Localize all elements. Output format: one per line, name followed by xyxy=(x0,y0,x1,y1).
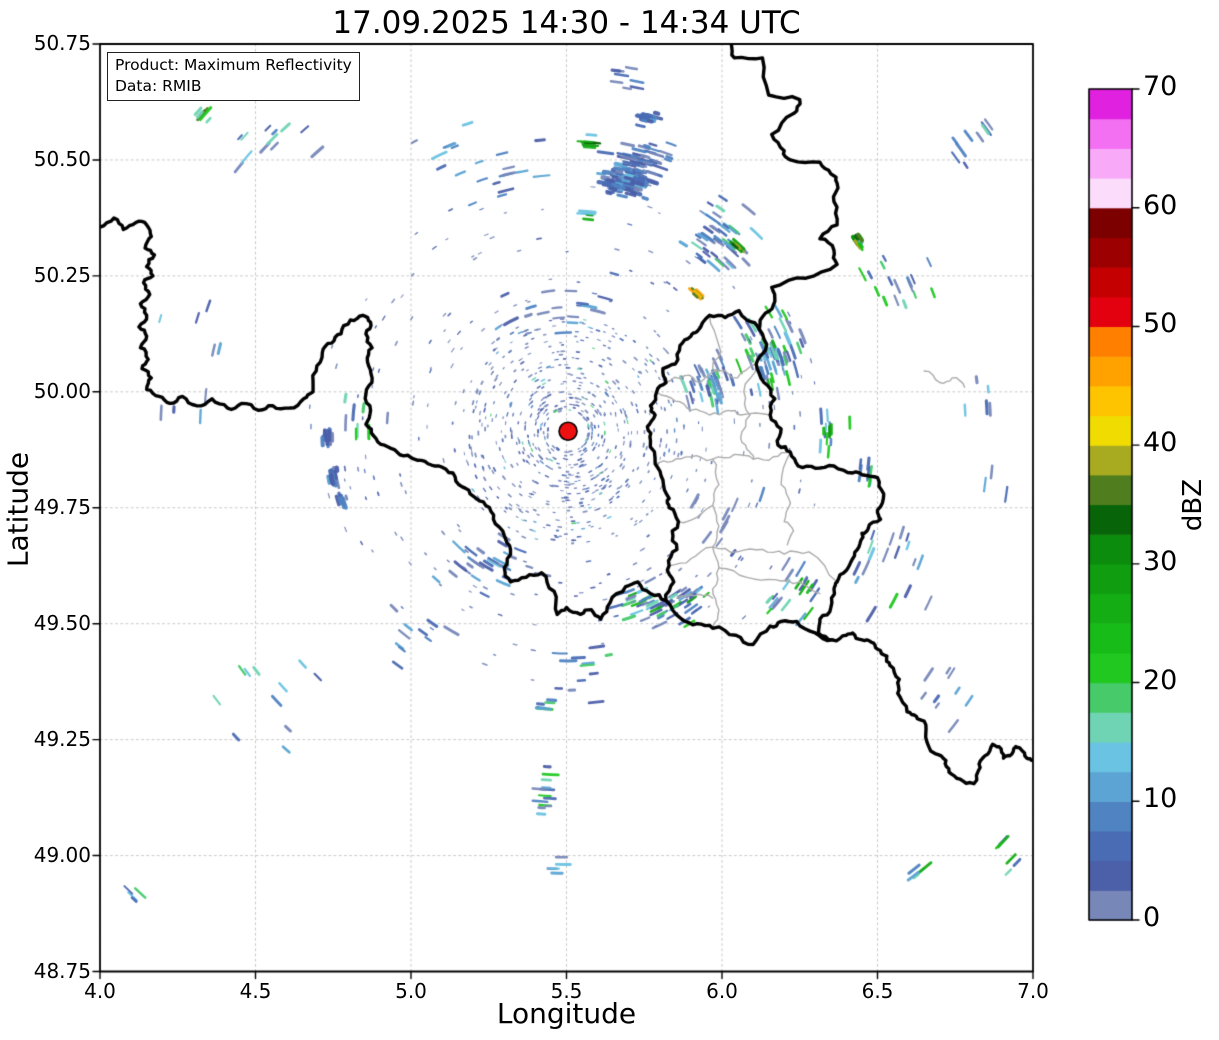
x-tick-label: 7.0 xyxy=(1017,979,1049,1003)
colorbar-tick-label: 40 xyxy=(1143,427,1178,459)
x-tick-label: 5.0 xyxy=(395,979,427,1003)
y-tick-label: 49.50 xyxy=(33,610,91,635)
y-tick-label: 49.25 xyxy=(33,726,91,751)
colorbar-tick-label: 20 xyxy=(1143,664,1178,696)
x-tick-label: 5.5 xyxy=(550,979,583,1003)
x-tick-label: 4.5 xyxy=(239,979,272,1003)
y-tick-label: 48.75 xyxy=(33,958,91,983)
x-tick-label: 6.5 xyxy=(861,979,894,1003)
y-tick-label: 50.75 xyxy=(33,31,91,55)
product-line: Product: Maximum Reflectivity xyxy=(115,56,352,74)
y-tick-label: 49.75 xyxy=(33,494,91,519)
y-tick-label: 50.00 xyxy=(33,378,91,403)
x-tick-label: 4.0 xyxy=(84,979,116,1003)
colorbar-tick-label: 60 xyxy=(1143,189,1178,221)
y-tick-label: 50.25 xyxy=(33,262,91,287)
chart-title: 17.09.2025 14:30 - 14:34 UTC xyxy=(332,5,801,41)
product-info-box: Product: Maximum Reflectivity Data: RMIB xyxy=(107,52,360,101)
radar-map-canvas xyxy=(0,0,1219,1040)
colorbar-tick-label: 70 xyxy=(1143,71,1178,102)
y-tick-label: 49.00 xyxy=(33,842,91,867)
colorbar-tick-label: 10 xyxy=(1143,783,1178,815)
radar-figure: 17.09.2025 14:30 - 14:34 UTC Product: Ma… xyxy=(0,0,1219,1040)
x-tick-label: 6.0 xyxy=(706,979,738,1003)
colorbar-label: dBZ xyxy=(1178,478,1208,532)
y-tick-label: 50.50 xyxy=(33,146,91,171)
colorbar-tick-label: 50 xyxy=(1143,308,1178,340)
colorbar-tick-label: 0 xyxy=(1143,902,1161,933)
colorbar-tick-label: 30 xyxy=(1143,545,1178,577)
data-source-line: Data: RMIB xyxy=(115,77,202,95)
